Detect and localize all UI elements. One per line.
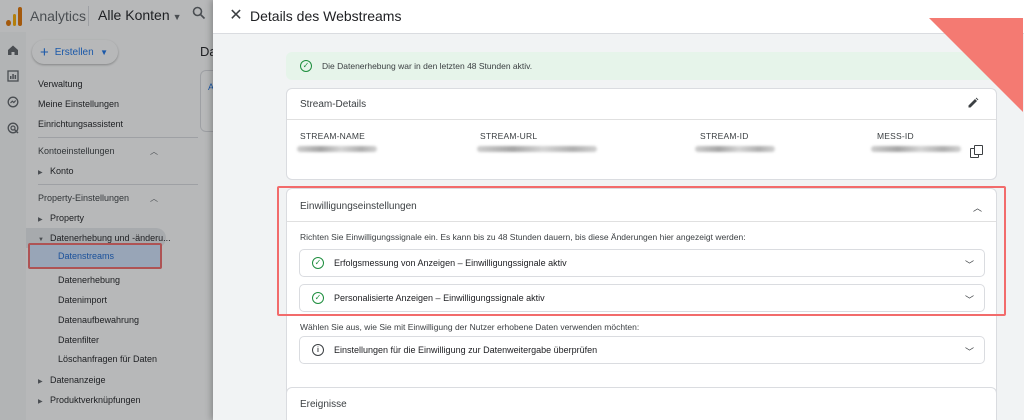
events-title: Ereignisse: [300, 399, 347, 410]
copy-icon[interactable]: [970, 145, 984, 159]
stream-details-title: Stream-Details: [300, 99, 367, 110]
divider: [287, 119, 996, 120]
stream-url-value: [477, 146, 597, 152]
stream-name-label: STREAM-NAME: [300, 131, 366, 141]
status-message: Die Datenerhebung war in den letzten 48 …: [322, 61, 533, 71]
measurement-id-value: [871, 146, 961, 152]
chevron-down-icon: ﹀: [964, 347, 974, 357]
check-circle-icon: ✓: [300, 60, 312, 72]
corner-decoration: [929, 18, 1023, 112]
stream-id-label: STREAM-ID: [700, 131, 749, 141]
events-card: Ereignisse: [286, 387, 997, 420]
measurement-id-label: MESS-ID: [877, 131, 914, 141]
stream-url-label: STREAM-URL: [480, 131, 538, 141]
stream-details-card: Stream-Details STREAM-NAME STREAM-URL ST…: [286, 88, 997, 180]
webstream-details-panel: ✕ Details des Webstreams ✓ Die Datenerhe…: [213, 0, 1024, 420]
consent-row-data-sharing-review[interactable]: i Einstellungen für die Einwilligung zur…: [299, 336, 985, 364]
consent-row-label: Einstellungen für die Einwilligung zur D…: [334, 345, 598, 355]
panel-title: Details des Webstreams: [250, 8, 402, 24]
stream-name-value: [297, 146, 377, 152]
stream-id-value: [695, 146, 775, 152]
info-icon: i: [312, 344, 324, 356]
status-banner: ✓ Die Datenerhebung war in den letzten 4…: [286, 52, 997, 80]
usage-description: Wählen Sie aus, wie Sie mit Einwilligung…: [300, 322, 640, 332]
panel-header: ✕ Details des Webstreams: [213, 0, 1024, 34]
highlight-frame: [277, 186, 1006, 316]
close-icon[interactable]: ✕: [227, 7, 245, 25]
